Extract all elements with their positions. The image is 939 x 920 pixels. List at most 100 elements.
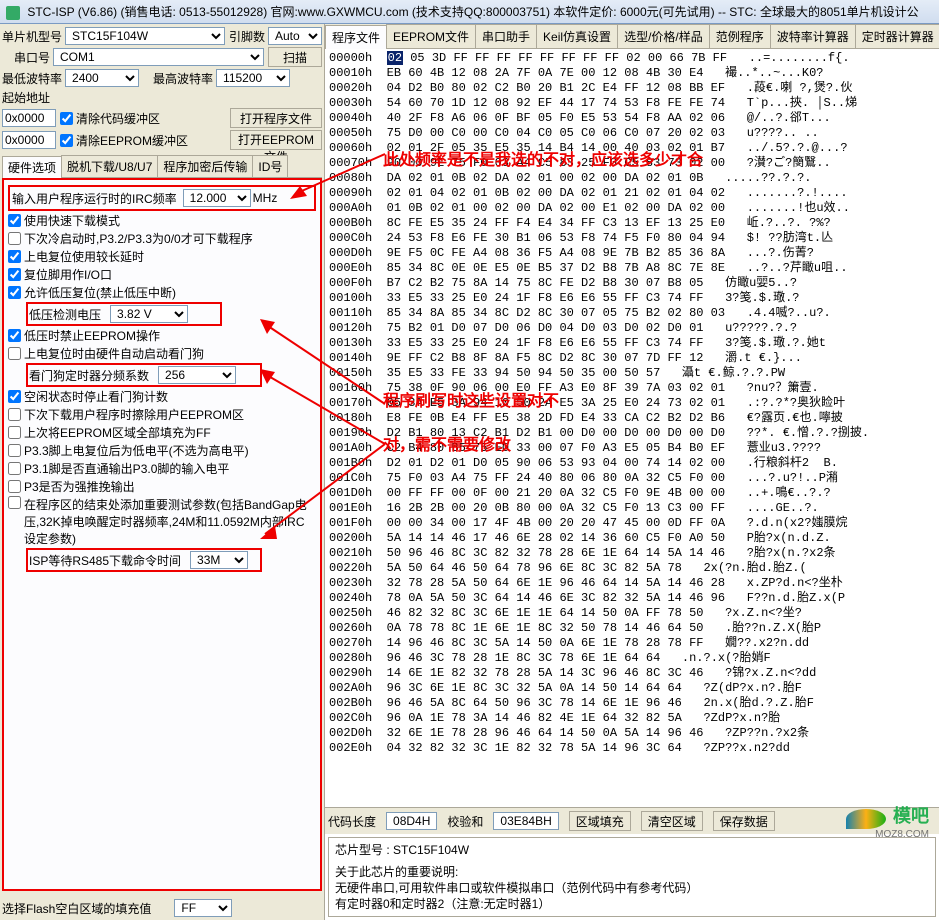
checksum-label: 校验和 bbox=[447, 813, 483, 830]
lbl-eraseeep: 下次下载用户程序时擦除用户EEPROM区 bbox=[24, 406, 244, 423]
tab-eeprom-file[interactable]: EEPROM文件 bbox=[386, 24, 476, 48]
right-panel: 程序文件 EEPROM文件 串口助手 Keil仿真设置 选型/价格/样品 范例程… bbox=[325, 24, 939, 920]
eep-addr-input[interactable] bbox=[2, 131, 56, 149]
lbl-fastdl: 使用快速下载模式 bbox=[24, 212, 120, 229]
wdt-div-select[interactable]: 256 bbox=[158, 366, 236, 384]
tab-uart-helper[interactable]: 串口助手 bbox=[475, 24, 537, 48]
status-l3: 有定时器0和定时器2（注意:无定时器1） bbox=[335, 896, 929, 912]
open-code-file-button[interactable]: 打开程序文件 bbox=[230, 108, 322, 128]
code-len-label: 代码长度 bbox=[328, 813, 376, 830]
open-eep-file-button[interactable]: 打开EEPROM文件 bbox=[230, 130, 322, 150]
code-len-value: 08D4H bbox=[386, 812, 437, 830]
hw-tab-id[interactable]: ID号 bbox=[252, 155, 288, 177]
hw-tab-offline[interactable]: 脱机下载/U8/U7 bbox=[61, 155, 158, 177]
irc-unit: MHz bbox=[253, 191, 278, 205]
tab-selection[interactable]: 选型/价格/样品 bbox=[617, 24, 710, 48]
hw-tabs: 硬件选项 脱机下载/U8/U7 程序加密后传输 ID号 bbox=[2, 155, 322, 178]
pin-select[interactable]: Auto bbox=[268, 27, 322, 45]
mcu-label: 单片机型号 bbox=[2, 28, 62, 45]
wdt-row: 看门狗定时器分频系数 256 bbox=[26, 363, 262, 387]
clear-button[interactable]: 清空区域 bbox=[641, 811, 703, 831]
cb-lvd[interactable] bbox=[8, 286, 21, 299]
right-tabs: 程序文件 EEPROM文件 串口助手 Keil仿真设置 选型/价格/样品 范例程… bbox=[325, 24, 939, 49]
cb-eraseeep[interactable] bbox=[8, 408, 21, 421]
clear-code-label: 清除代码缓冲区 bbox=[76, 110, 160, 127]
startaddr-label: 起始地址 bbox=[2, 89, 50, 106]
left-panel: 单片机型号 STC15F104W 引脚数 Auto 串口号 COM1 扫描 最低… bbox=[0, 24, 325, 920]
lbl-resetio: 复位脚用作I/O口 bbox=[24, 266, 112, 283]
rs485-select[interactable]: 33M bbox=[190, 551, 248, 569]
cb-lvdeep[interactable] bbox=[8, 329, 21, 342]
chip-label: 芯片型号 bbox=[335, 843, 383, 857]
chip-value: STC15F104W bbox=[393, 843, 469, 857]
hw-options-panel: 输入用户程序运行时的IRC频率 12.000 MHz 使用快速下载模式 下次冷启… bbox=[2, 178, 322, 891]
lbl-coldboot: 下次冷启动时,P3.2/P3.3为0/0才可下载程序 bbox=[24, 230, 253, 247]
tab-examples[interactable]: 范例程序 bbox=[709, 24, 771, 48]
status-l1: 关于此芯片的重要说明: bbox=[335, 864, 929, 880]
lbl-addtest: 在程序区的结束处添加重要测试参数(包括BandGap电压,32K掉电唤醒定时器频… bbox=[24, 496, 316, 547]
status-box: 芯片型号 : STC15F104W 关于此芯片的重要说明: 无硬件串口,可用软件… bbox=[328, 837, 936, 917]
save-button[interactable]: 保存数据 bbox=[713, 811, 775, 831]
cb-addtest[interactable] bbox=[8, 496, 21, 509]
clear-code-checkbox[interactable] bbox=[60, 112, 73, 125]
cb-resetio[interactable] bbox=[8, 268, 21, 281]
code-addr-input[interactable] bbox=[2, 109, 56, 127]
tab-program-file[interactable]: 程序文件 bbox=[325, 25, 387, 49]
lbl-lvd: 允许低压复位(禁止低压中断) bbox=[24, 284, 176, 301]
maxbaud-label: 最高波特率 bbox=[153, 70, 213, 87]
lbl-push: P3是否为强推挽输出 bbox=[24, 478, 135, 495]
mcu-select[interactable]: STC15F104W bbox=[65, 27, 225, 45]
irc-freq-select[interactable]: 12.000 bbox=[183, 189, 251, 207]
flash-fill-label: 选择Flash空白区域的填充值 bbox=[2, 900, 151, 917]
lbl-p33: P3.3脚上电复位后为低电平(不选为高电平) bbox=[24, 442, 249, 459]
window-title: STC-ISP (V6.86) (销售电话: 0513-55012928) 官网… bbox=[27, 5, 918, 19]
irc-label: 输入用户程序运行时的IRC频率 bbox=[12, 190, 177, 207]
lvd-v-label: 低压检测电压 bbox=[29, 306, 101, 323]
com-select[interactable]: COM1 bbox=[53, 48, 264, 66]
cb-push[interactable] bbox=[8, 480, 21, 493]
rs485-label: ISP等待RS485下载命令时间 bbox=[29, 552, 181, 569]
lvd-v-select[interactable]: 3.82 V bbox=[110, 305, 188, 323]
app-icon bbox=[6, 6, 20, 20]
watermark-logo-icon bbox=[846, 809, 886, 829]
lbl-lvdeep: 低压时禁止EEPROM操作 bbox=[24, 327, 160, 344]
lbl-fillff: 上次将EEPROM区域全部填充为FF bbox=[24, 424, 211, 441]
maxbaud-select[interactable]: 115200 bbox=[216, 69, 290, 87]
wdt-div-label: 看门狗定时器分频系数 bbox=[29, 367, 149, 384]
irc-row: 输入用户程序运行时的IRC频率 12.000 MHz bbox=[8, 185, 316, 211]
minbaud-label: 最低波特率 bbox=[2, 70, 62, 87]
lbl-wdtauto: 上电复位时由硬件自动启动看门狗 bbox=[24, 345, 204, 362]
fill-button[interactable]: 区域填充 bbox=[569, 811, 631, 831]
tab-timer[interactable]: 定时器计算器 bbox=[855, 24, 939, 48]
cb-idlewdt[interactable] bbox=[8, 390, 21, 403]
minbaud-select[interactable]: 2400 bbox=[65, 69, 139, 87]
lvd-row: 低压检测电压 3.82 V bbox=[26, 302, 222, 326]
pin-label: 引脚数 bbox=[229, 28, 265, 45]
lbl-idlewdt: 空闲状态时停止看门狗计数 bbox=[24, 388, 168, 405]
title-bar: STC-ISP (V6.86) (销售电话: 0513-55012928) 官网… bbox=[0, 0, 939, 24]
cb-fastdl[interactable] bbox=[8, 214, 21, 227]
checksum-value: 03E84BH bbox=[493, 812, 558, 830]
tab-keil[interactable]: Keil仿真设置 bbox=[536, 24, 618, 48]
cb-p31[interactable] bbox=[8, 462, 21, 475]
lbl-p31: P3.1脚是否直通输出P3.0脚的输入电平 bbox=[24, 460, 229, 477]
clear-eep-label: 清除EEPROM缓冲区 bbox=[76, 132, 188, 149]
rs485-row: ISP等待RS485下载命令时间 33M bbox=[26, 548, 262, 572]
cb-wdtauto[interactable] bbox=[8, 347, 21, 360]
hex-viewer[interactable]: 00000h 02 05 3D FF FF FF FF FF FF FF FF … bbox=[325, 49, 939, 807]
status-l2: 无硬件串口,可用软件串口或软件模拟串口（范例代码中有参考代码） bbox=[335, 880, 929, 896]
scan-button[interactable]: 扫描 bbox=[268, 47, 322, 67]
hw-tab-options[interactable]: 硬件选项 bbox=[2, 156, 62, 178]
lbl-resetlong: 上电复位使用较长延时 bbox=[24, 248, 144, 265]
flash-fill-select[interactable]: FF bbox=[174, 899, 232, 917]
hw-tab-encrypt[interactable]: 程序加密后传输 bbox=[157, 155, 253, 177]
com-label: 串口号 bbox=[14, 49, 50, 66]
watermark: 模吧 MOZ8.COM bbox=[846, 802, 929, 840]
clear-eep-checkbox[interactable] bbox=[60, 134, 73, 147]
tab-baudrate[interactable]: 波特率计算器 bbox=[770, 24, 856, 48]
cb-coldboot[interactable] bbox=[8, 232, 21, 245]
cb-p33[interactable] bbox=[8, 444, 21, 457]
cb-fillff[interactable] bbox=[8, 426, 21, 439]
cb-resetlong[interactable] bbox=[8, 250, 21, 263]
watermark-url: MOZ8.COM bbox=[846, 829, 929, 840]
